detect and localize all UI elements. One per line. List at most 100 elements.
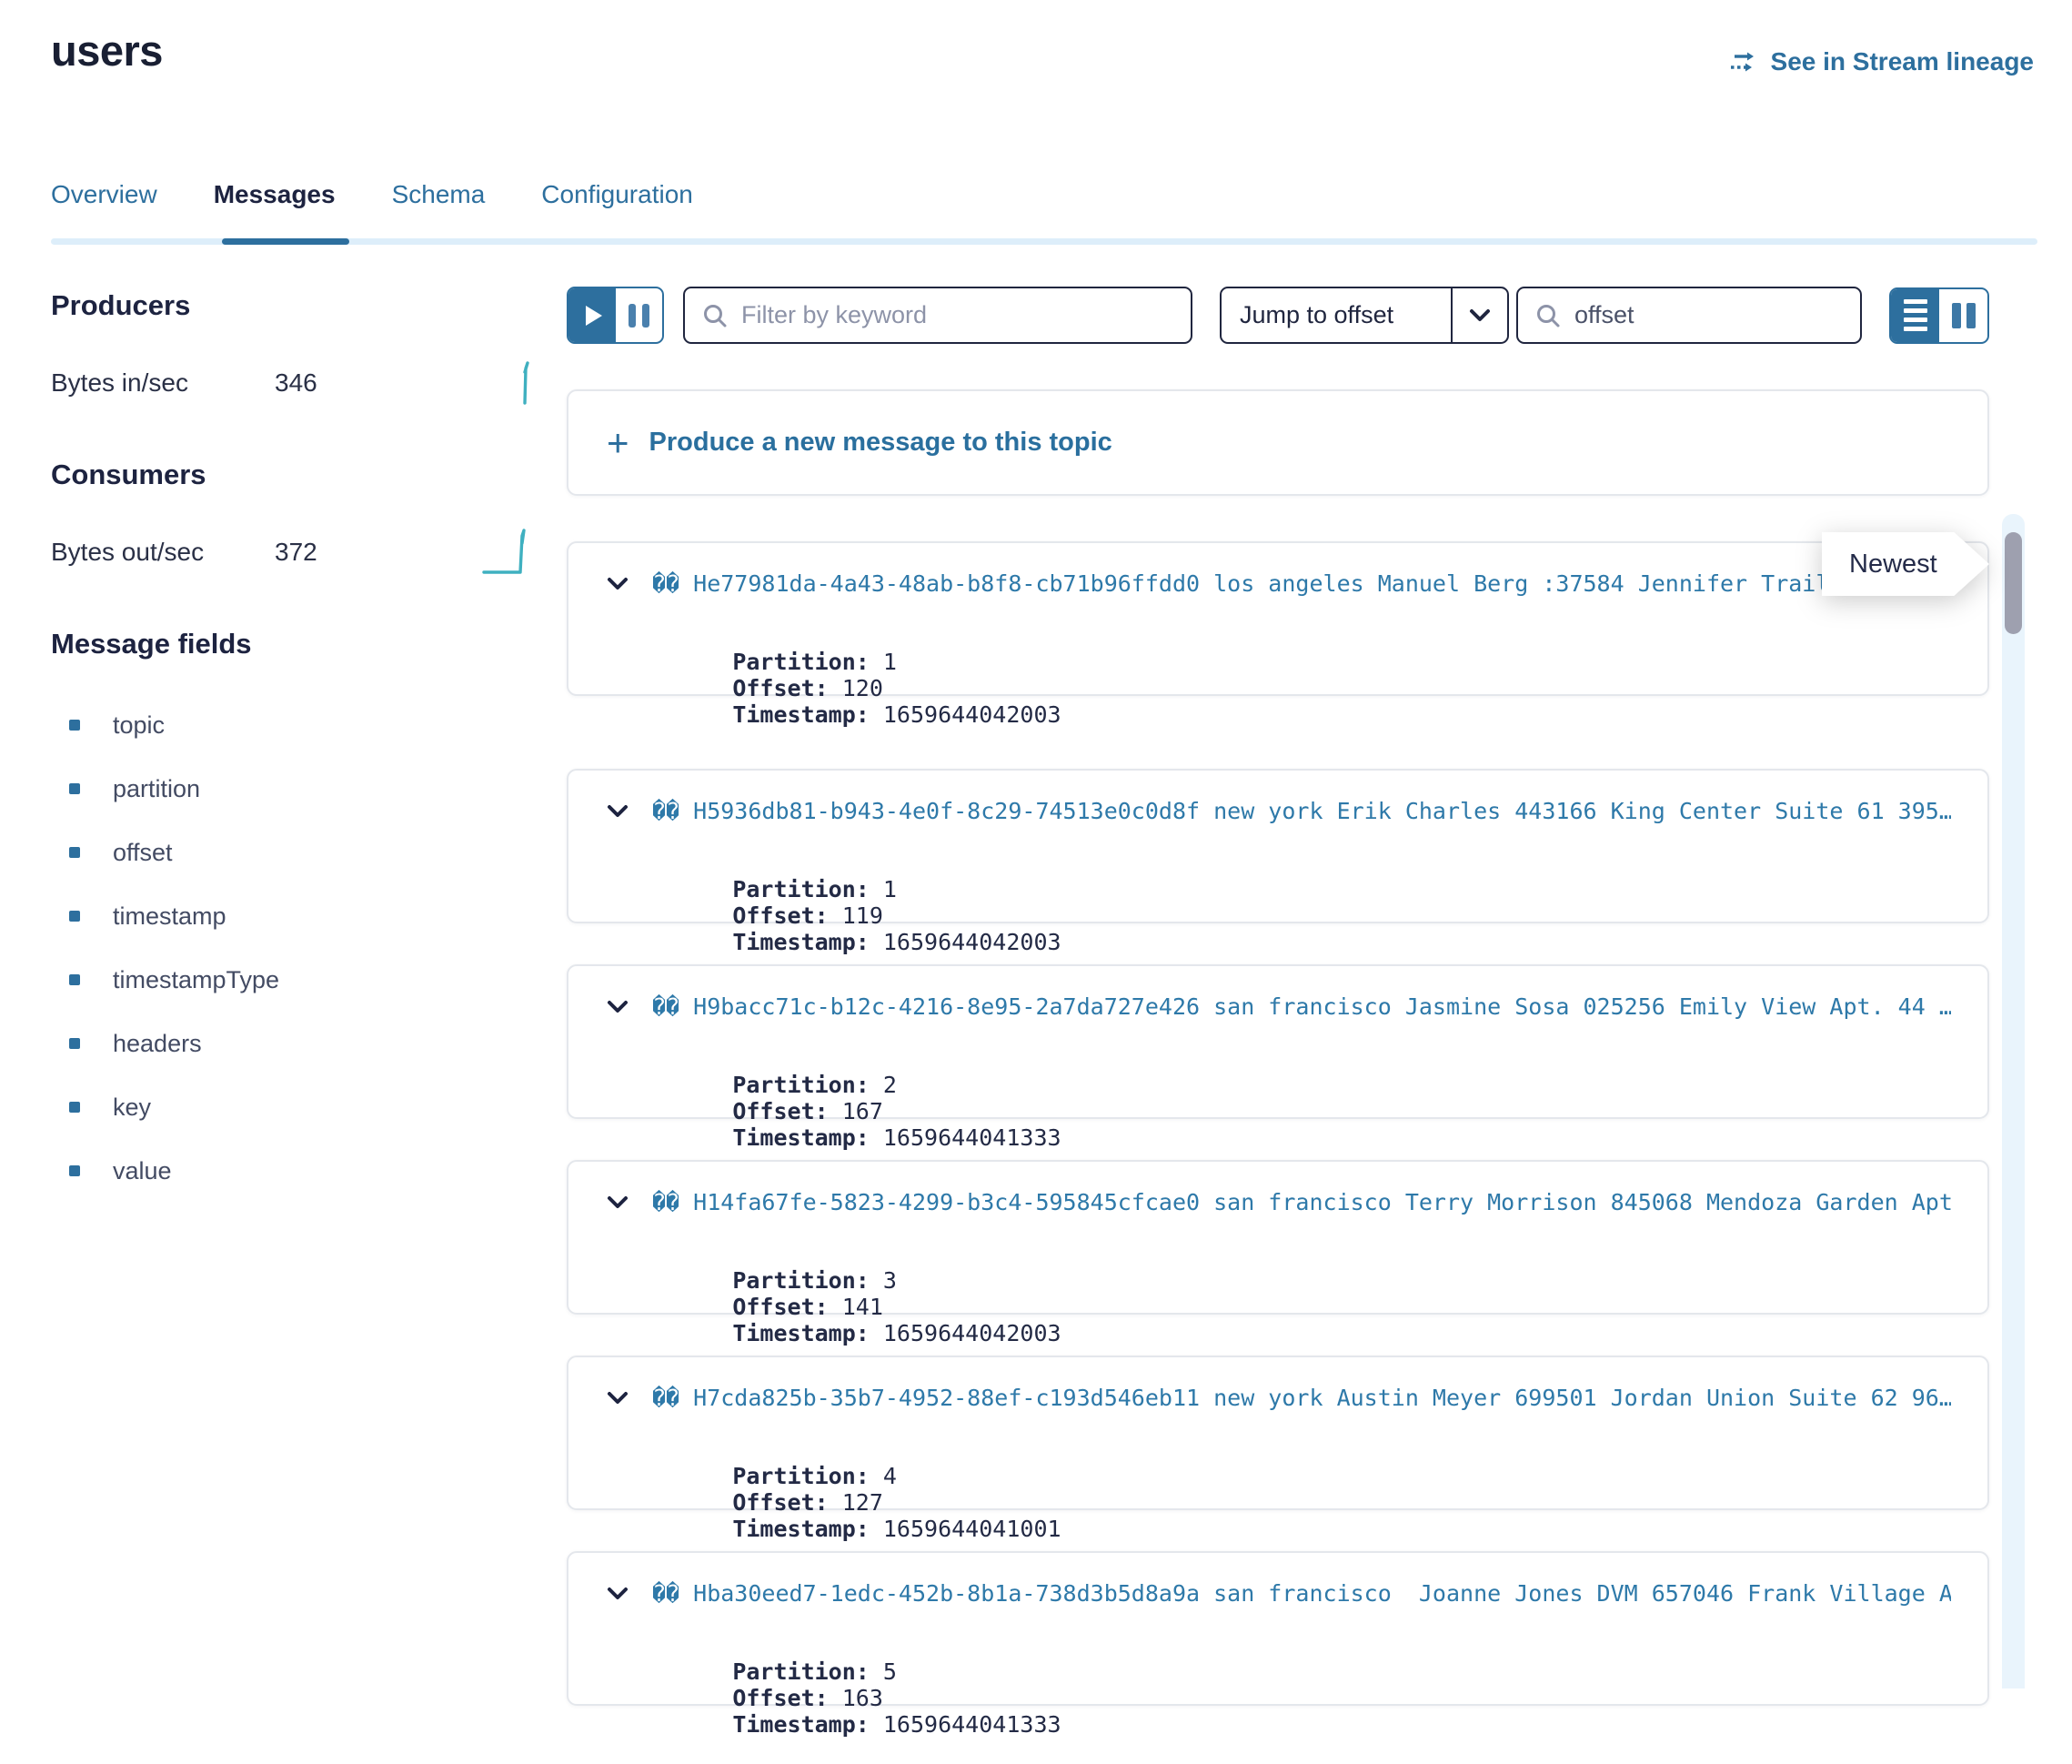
messages-scrollbar-thumb[interactable] [2005,532,2022,634]
message-row[interactable]: �� He77981da-4a43-48ab-b8f8-cb71b96ffdd0… [567,541,1989,696]
chevron-down-icon[interactable] [605,996,630,1018]
bytes-out-label: Bytes out/sec [51,538,275,567]
producers-heading: Producers [51,289,533,322]
offset-value: 163 [829,1685,883,1711]
field-item-topic[interactable]: topic [51,693,533,757]
message-row[interactable]: �� H14fa67fe-5823-4299-b3c4-595845cfcae0… [567,1160,1989,1315]
produce-message-button[interactable]: + Produce a new message to this topic [567,389,1989,496]
topic-tabs: Overview Messages Schema Configuration [51,180,693,233]
stream-lineage-link[interactable]: See in Stream lineage [1729,47,2034,76]
field-item-offset[interactable]: offset [51,821,533,884]
chevron-down-icon[interactable] [605,573,630,595]
keyword-filter-field [683,287,1192,344]
bullet-icon [69,911,80,922]
bullet-icon [69,974,80,985]
card-view-icon [1952,303,1976,328]
offset-value: 141 [829,1294,883,1320]
timestamp-value: 1659644042003 [870,701,1061,728]
offset-search-input[interactable] [1574,301,1844,329]
partition-value: 5 [870,1658,897,1685]
partition-value: 4 [870,1463,897,1489]
tab-messages[interactable]: Messages [214,180,336,233]
tab-schema[interactable]: Schema [392,180,486,233]
message-row[interactable]: �� H9bacc71c-b12c-4216-8e95-2a7da727e426… [567,964,1989,1119]
message-row[interactable]: �� H5936db81-b943-4e0f-8c29-74513e0c0d8f… [567,769,1989,923]
bullet-icon [69,1165,80,1176]
messages-panel: Jump to offset + Produce a new message t… [567,287,1989,1747]
message-value-preview: �� Hba30eed7-1edc-452b-8b1a-738d3b5d8a9a… [652,1580,1951,1607]
bytes-in-value: 346 [275,368,317,398]
bullet-icon [69,783,80,794]
message-value-preview: �� H14fa67fe-5823-4299-b3c4-595845cfcae0… [652,1189,1951,1215]
timestamp-value: 1659644041333 [870,1124,1061,1151]
message-row[interactable]: �� H7cda825b-35b7-4952-88ef-c193d546eb11… [567,1356,1989,1510]
tab-overview[interactable]: Overview [51,180,157,233]
offset-value: 120 [829,675,883,701]
bytes-out-metric: Bytes out/sec 372 [51,529,533,575]
search-icon [701,302,729,329]
list-view-button[interactable] [1891,289,1939,342]
produce-message-label: Produce a new message to this topic [649,428,1112,458]
view-mode-toggle [1889,287,1989,344]
keyword-filter-input[interactable] [741,301,1174,329]
bytes-out-value: 372 [275,538,317,567]
list-view-icon [1904,299,1927,331]
consumers-heading: Consumers [51,459,533,491]
offset-value: 127 [829,1489,883,1516]
jump-to-offset-select[interactable]: Jump to offset [1220,287,1509,344]
field-item-key[interactable]: key [51,1075,533,1139]
message-value-preview: �� He77981da-4a43-48ab-b8f8-cb71b96ffdd0… [652,570,1857,597]
unknown-glyph-icon: �� [652,1580,693,1607]
chevron-down-icon [1451,288,1507,342]
chevron-down-icon[interactable] [605,1583,630,1605]
chevron-down-icon[interactable] [605,1387,630,1409]
newest-tooltip: Newest [1822,532,1989,596]
offset-value: 167 [829,1098,883,1124]
message-meta: Partition: 4 Offset: 127 Timestamp: 1659… [650,1436,1951,1568]
bullet-icon [69,720,80,731]
field-item-timestamp[interactable]: timestamp [51,884,533,948]
unknown-glyph-icon: �� [652,993,693,1020]
message-row[interactable]: �� Hba30eed7-1edc-452b-8b1a-738d3b5d8a9a… [567,1551,1989,1706]
message-value-preview: �� H9bacc71c-b12c-4216-8e95-2a7da727e426… [652,993,1951,1020]
unknown-glyph-icon: �� [652,1385,693,1411]
stream-lineage-label: See in Stream lineage [1771,47,2034,76]
unknown-glyph-icon: �� [652,570,693,597]
timestamp-value: 1659644041333 [870,1711,1061,1738]
messages-scrollbar-track[interactable] [2002,514,2025,1688]
message-meta: Partition: 2 Offset: 167 Timestamp: 1659… [650,1045,1951,1177]
field-item-headers[interactable]: headers [51,1012,533,1075]
field-item-value[interactable]: value [51,1139,533,1203]
metrics-sidebar: Producers Bytes in/sec 346 Consumers Byt… [51,289,533,1203]
message-value-preview: �� H7cda825b-35b7-4952-88ef-c193d546eb11… [652,1385,1951,1411]
message-meta: Partition: 3 Offset: 141 Timestamp: 1659… [650,1241,1951,1373]
bytes-in-label: Bytes in/sec [51,368,275,398]
chevron-down-icon[interactable] [605,1192,630,1214]
timestamp-value: 1659644041001 [870,1516,1061,1542]
message-value-preview: �� H5936db81-b943-4e0f-8c29-74513e0c0d8f… [652,798,1951,824]
field-item-partition[interactable]: partition [51,757,533,821]
message-fields-list: topic partition offset timestamp timesta… [51,693,533,1203]
message-meta: Partition: 1 Offset: 119 Timestamp: 1659… [650,850,1951,982]
offset-value: 119 [829,902,883,929]
pause-button[interactable] [616,288,663,342]
play-icon [586,306,602,326]
messages-toolbar: Jump to offset [567,287,1989,344]
card-view-button[interactable] [1939,289,1987,342]
live-consume-toggle [567,287,664,344]
tab-underline-track [51,238,2037,245]
search-icon [1534,302,1562,329]
bytes-in-metric: Bytes in/sec 346 [51,360,533,406]
message-meta: Partition: 1 Offset: 120 Timestamp: 1659… [650,622,1951,754]
bullet-icon [69,847,80,858]
tab-configuration[interactable]: Configuration [541,180,693,233]
field-item-timestampType[interactable]: timestampType [51,948,533,1012]
pause-icon [629,304,649,328]
chevron-down-icon[interactable] [605,801,630,822]
partition-value: 1 [870,649,897,675]
tab-active-indicator [222,238,349,245]
plus-icon: + [607,424,629,462]
timestamp-value: 1659644042003 [870,1320,1061,1346]
play-button[interactable] [568,288,616,342]
partition-value: 3 [870,1267,897,1294]
